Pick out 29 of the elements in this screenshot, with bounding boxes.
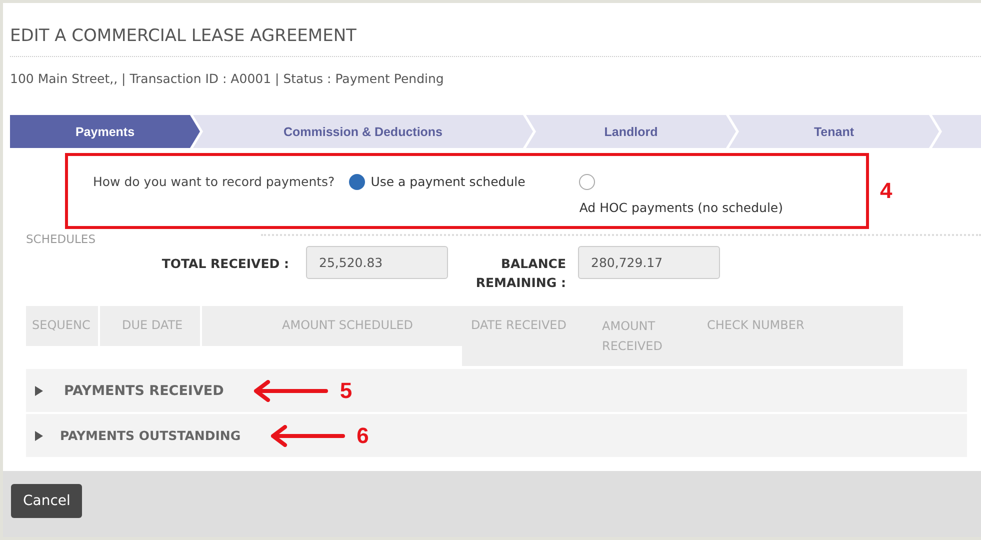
transaction-summary: 100 Main Street,, | Transaction ID : A0001 | Status : Payment Pending bbox=[10, 70, 445, 86]
tab[interactable]: Payments bbox=[10, 115, 200, 148]
balance-remaining-field[interactable]: 280,729.17 bbox=[578, 246, 720, 279]
column-header: DATE RECEIVED bbox=[470, 317, 568, 334]
callout-number: 5 bbox=[340, 378, 352, 404]
column-header: CHECK NUMBER bbox=[706, 317, 806, 334]
tab[interactable]: Tenant bbox=[729, 115, 939, 148]
column-header: AMOUNT SCHEDULED bbox=[202, 306, 462, 346]
callout-number: 4 bbox=[880, 178, 892, 204]
tab[interactable] bbox=[932, 115, 981, 148]
total-received-label: TOTAL RECEIVED : bbox=[160, 256, 290, 271]
question-label: How do you want to record payments? bbox=[93, 174, 335, 189]
section-header[interactable]: PAYMENTS OUTSTANDING bbox=[26, 428, 241, 443]
cancel-button[interactable]: Cancel bbox=[11, 484, 82, 518]
dialog-title: EDIT A COMMERCIAL LEASE AGREEMENT bbox=[10, 3, 981, 57]
radio-option[interactable]: Ad HOC payments (no schedule) bbox=[579, 172, 783, 215]
column-header: DUE DATE bbox=[100, 306, 200, 346]
radio-button[interactable] bbox=[348, 174, 365, 190]
section-heading: SCHEDULES bbox=[26, 232, 96, 246]
balance-remaining-label: BALANCE REMAINING : bbox=[474, 255, 567, 292]
radio-option[interactable]: Use a payment schedule bbox=[348, 172, 526, 190]
column-header: AMOUNT RECEIVED bbox=[601, 318, 664, 355]
section-header[interactable]: PAYMENTS RECEIVED bbox=[26, 382, 224, 398]
column-header: SEQUENC bbox=[26, 306, 98, 346]
total-received-field[interactable]: 25,520.83 bbox=[306, 246, 448, 279]
callout-number: 6 bbox=[356, 422, 369, 448]
tab[interactable]: Commission & Deductions bbox=[193, 115, 533, 148]
radio-button[interactable] bbox=[579, 174, 596, 190]
tab[interactable]: Landlord bbox=[526, 115, 736, 148]
